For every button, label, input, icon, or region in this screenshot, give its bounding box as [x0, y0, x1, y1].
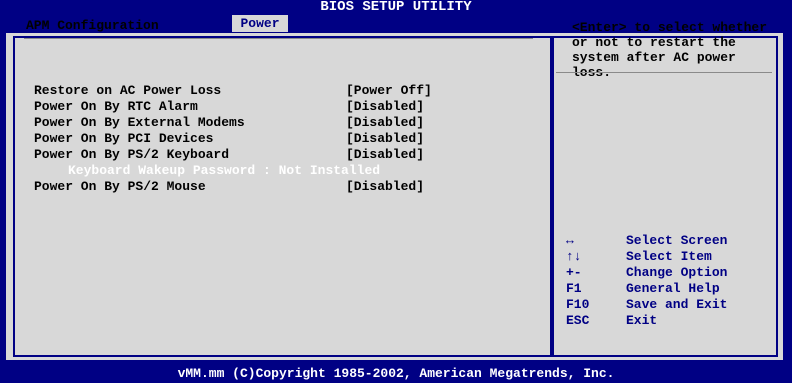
section-title: APM Configuration: [26, 18, 159, 33]
help-text: <Enter> to select whether or not to rest…: [572, 20, 768, 80]
key-desc-exit: Exit: [626, 313, 658, 328]
arrow-left-right-icon: ↔: [566, 233, 574, 248]
esc-key: ESC: [566, 313, 590, 328]
setting-value-ps2-keyboard[interactable]: [Disabled]: [346, 147, 424, 162]
setting-value-rtc-alarm[interactable]: [Disabled]: [346, 99, 424, 114]
setting-value-pci-devices[interactable]: [Disabled]: [346, 131, 424, 146]
key-desc-change-option: Change Option: [626, 265, 728, 280]
setting-value-external-modems[interactable]: [Disabled]: [346, 115, 424, 130]
arrow-up-down-icon: ↑↓: [566, 249, 582, 264]
setting-value-restore-ac-power-loss[interactable]: [Power Off]: [346, 83, 432, 98]
help-separator: [556, 72, 772, 73]
setting-rtc-alarm[interactable]: Power On By RTC Alarm: [34, 99, 198, 114]
f1-key: F1: [566, 281, 582, 296]
plus-minus-key: +-: [566, 265, 582, 280]
setting-value-ps2-mouse[interactable]: [Disabled]: [346, 179, 424, 194]
f10-key: F10: [566, 297, 590, 312]
key-desc-select-item: Select Item: [626, 249, 712, 264]
bios-title: BIOS SETUP UTILITY: [320, 0, 472, 15]
setting-pci-devices[interactable]: Power On By PCI Devices: [34, 131, 213, 146]
setting-restore-ac-power-loss[interactable]: Restore on AC Power Loss: [34, 83, 221, 98]
setting-ps2-keyboard[interactable]: Power On By PS/2 Keyboard: [34, 147, 229, 162]
copyright-footer: vMM.mm (C)Copyright 1985-2002, American …: [177, 366, 615, 381]
key-desc-general-help: General Help: [626, 281, 720, 296]
tab-power[interactable]: Power: [232, 15, 288, 32]
key-desc-save-exit: Save and Exit: [626, 297, 728, 312]
setting-ps2-mouse[interactable]: Power On By PS/2 Mouse: [34, 179, 206, 194]
key-desc-select-screen: Select Screen: [626, 233, 728, 248]
section-separator: [24, 38, 533, 39]
setting-external-modems[interactable]: Power On By External Modems: [34, 115, 245, 130]
keyboard-wakeup-password-status: Keyboard Wakeup Password : Not Installed: [68, 163, 381, 178]
